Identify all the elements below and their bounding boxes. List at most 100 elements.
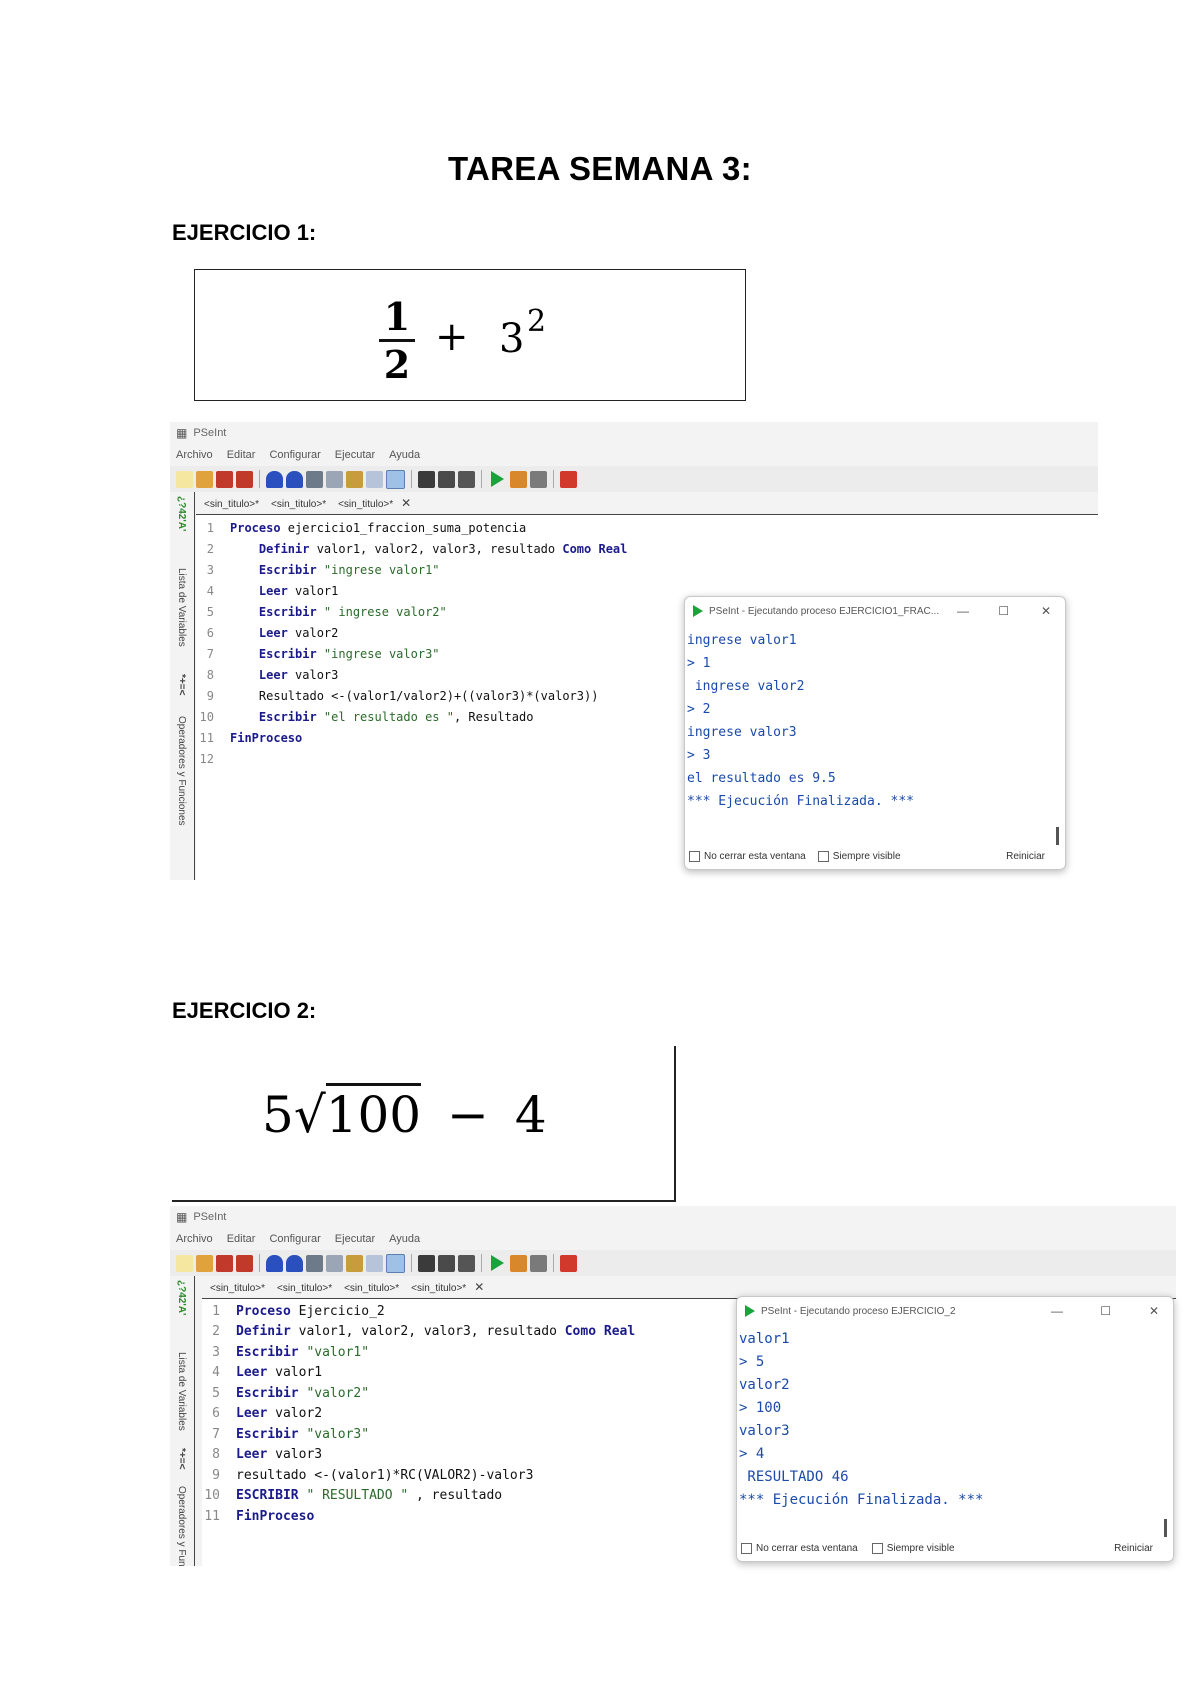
format-icon[interactable] — [386, 1253, 405, 1273]
tab-sin-titulo-3[interactable]: <sin_titulo>* — [332, 499, 399, 512]
console-scrollbar[interactable] — [1056, 827, 1059, 845]
search-icon[interactable] — [418, 1254, 435, 1272]
line-number: 9 — [212, 1467, 220, 1483]
always-visible-checkbox[interactable] — [817, 850, 829, 862]
line-number: 1 — [212, 1303, 220, 1319]
code-line: 7 Escribir "valor3" — [202, 1424, 635, 1445]
menu-configurar[interactable]: Configurar — [269, 1233, 320, 1245]
code-token: FinProceso — [230, 730, 303, 745]
side-symbols[interactable]: *+=< — [176, 1448, 187, 1469]
paste-icon[interactable] — [346, 470, 363, 488]
help-icon[interactable] — [560, 1254, 577, 1272]
code-token: Escribir — [236, 1344, 307, 1360]
new-file-icon[interactable] — [176, 1254, 193, 1272]
menu-archivo[interactable]: Archivo — [176, 1233, 213, 1245]
run-icon[interactable] — [491, 471, 504, 487]
code-token: , resultado — [408, 1488, 503, 1504]
tab-sin-titulo-1[interactable]: <sin_titulo>* — [198, 499, 265, 512]
no-close-checkbox[interactable] — [689, 850, 700, 862]
run-icon[interactable] — [491, 1255, 504, 1271]
save-icon[interactable] — [216, 1254, 233, 1272]
tab-close-icon[interactable]: ✕ — [472, 1280, 490, 1296]
always-visible-checkbox[interactable] — [871, 1542, 883, 1554]
save-as-icon[interactable] — [236, 1254, 253, 1272]
copy-icon[interactable] — [326, 1254, 343, 1272]
cut-icon[interactable] — [306, 470, 323, 488]
menu-editar[interactable]: Editar — [227, 1233, 256, 1245]
search-next-icon[interactable] — [438, 1254, 455, 1272]
code-line: 5 Escribir "valor2" — [202, 1383, 635, 1404]
indent-icon[interactable] — [366, 1254, 383, 1272]
side-tab-operadores[interactable]: Operadores y Funciones — [176, 1486, 187, 1566]
ejercicio1-heading: EJERCICIO 1: — [172, 220, 317, 245]
side-tab-operadores[interactable]: Operadores y Funciones — [176, 716, 187, 826]
side-panel: ¿?42'A' Lista de Variables *+=< Operador… — [170, 1276, 195, 1566]
tab-sin-titulo-4[interactable]: <sin_titulo>* — [405, 1283, 472, 1296]
restart-button[interactable]: Reiniciar — [1114, 1543, 1153, 1554]
menu-ejecutar[interactable]: Ejecutar — [335, 1233, 375, 1245]
minimize-icon[interactable]: — — [957, 604, 969, 618]
copy-icon[interactable] — [326, 470, 343, 488]
restart-button[interactable]: Reiniciar — [1006, 851, 1045, 862]
side-symbols[interactable]: *+=< — [176, 674, 187, 695]
step-icon[interactable] — [510, 470, 527, 488]
format-icon[interactable] — [386, 469, 405, 489]
console-titlebar: PSeInt - Ejecutando proceso EJERCICIO_2 … — [737, 1297, 1173, 1325]
save-as-icon[interactable] — [236, 470, 253, 488]
minimize-icon[interactable]: — — [1051, 1304, 1063, 1318]
no-close-checkbox[interactable] — [741, 1542, 752, 1554]
tab-sin-titulo-2[interactable]: <sin_titulo>* — [271, 1283, 338, 1296]
pseint-logo-icon: ▦ — [176, 1210, 188, 1224]
ejercicio2-heading: EJERCICIO 2: — [172, 998, 317, 1023]
console-output-line: *** Ejecución Finalizada. *** — [687, 794, 914, 809]
code-token: Escribir — [230, 604, 324, 619]
cut-icon[interactable] — [306, 1254, 323, 1272]
flowchart-icon[interactable] — [530, 1254, 547, 1272]
save-icon[interactable] — [216, 470, 233, 488]
menu-configurar[interactable]: Configurar — [269, 449, 320, 461]
side-icons[interactable]: ¿?42'A' — [176, 496, 187, 531]
code-token: valor2 — [275, 1406, 323, 1422]
no-close-label: No cerrar esta ventana — [704, 850, 806, 862]
menu-ayuda[interactable]: Ayuda — [389, 449, 420, 461]
maximize-icon[interactable]: ☐ — [998, 604, 1009, 618]
close-icon[interactable]: ✕ — [1149, 1304, 1159, 1318]
tab-sin-titulo-3[interactable]: <sin_titulo>* — [338, 1283, 405, 1296]
side-tab-variables[interactable]: Lista de Variables — [176, 568, 187, 647]
menu-ayuda[interactable]: Ayuda — [389, 1233, 420, 1245]
console-window-1: PSeInt - Ejecutando proceso EJERCICIO1_F… — [684, 596, 1066, 870]
code-line: 10 ESCRIBIR " RESULTADO " , resultado — [202, 1486, 635, 1507]
help-icon[interactable] — [560, 470, 577, 488]
open-folder-icon[interactable] — [196, 470, 213, 488]
undo-icon[interactable] — [266, 1254, 283, 1272]
redo-icon[interactable] — [286, 470, 303, 488]
undo-icon[interactable] — [266, 470, 283, 488]
menu-ejecutar[interactable]: Ejecutar — [335, 449, 375, 461]
tab-sin-titulo-2[interactable]: <sin_titulo>* — [265, 499, 332, 512]
maximize-icon[interactable]: ☐ — [1100, 1304, 1111, 1318]
paste-icon[interactable] — [346, 1254, 363, 1272]
search-next-icon[interactable] — [438, 470, 455, 488]
code-line: 10 Escribir "el resultado es ", Resultad… — [196, 706, 627, 727]
tab-sin-titulo-1[interactable]: <sin_titulo>* — [204, 1283, 271, 1296]
code-token: ejercicio1_fraccion_suma_potencia — [287, 520, 527, 535]
open-folder-icon[interactable] — [196, 1254, 213, 1272]
redo-icon[interactable] — [286, 1254, 303, 1272]
formula2-radicand: 100 — [325, 1083, 422, 1144]
side-icons[interactable]: ¿?42'A' — [176, 1280, 187, 1315]
side-tab-variables[interactable]: Lista de Variables — [176, 1352, 187, 1431]
console-scrollbar[interactable] — [1164, 1519, 1167, 1537]
flowchart-icon[interactable] — [530, 470, 547, 488]
close-icon[interactable]: ✕ — [1041, 604, 1051, 618]
menu-archivo[interactable]: Archivo — [176, 449, 213, 461]
replace-icon[interactable] — [458, 470, 475, 488]
tab-close-icon[interactable]: ✕ — [399, 496, 417, 512]
menu-editar[interactable]: Editar — [227, 449, 256, 461]
indent-icon[interactable] — [366, 470, 383, 488]
search-icon[interactable] — [418, 470, 435, 488]
code-line: 6 Leer valor2 — [196, 622, 627, 643]
step-icon[interactable] — [510, 1254, 527, 1272]
replace-icon[interactable] — [458, 1254, 475, 1272]
new-file-icon[interactable] — [176, 470, 193, 488]
code-token: Leer — [230, 625, 296, 640]
